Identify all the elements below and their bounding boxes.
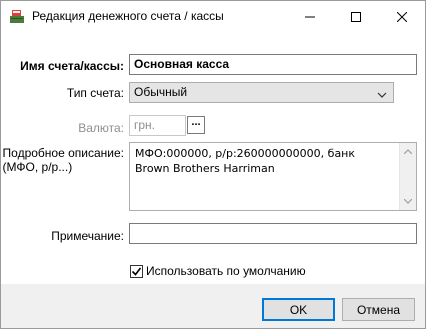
description-textarea[interactable]: МФО:000000, р/р:260000000000, банк Brown… bbox=[129, 142, 417, 211]
account-name-input[interactable]: Основная касса bbox=[129, 54, 417, 75]
chevron-down-icon bbox=[377, 88, 387, 102]
scroll-up-button[interactable] bbox=[400, 143, 416, 160]
description-scrollbar[interactable] bbox=[399, 143, 416, 210]
note-label: Примечание: bbox=[51, 229, 124, 243]
currency-browse-button[interactable]: ... bbox=[187, 116, 205, 134]
scroll-down-icon bbox=[404, 199, 412, 204]
form-area: Имя счета/кассы: Основная касса Тип счет… bbox=[1, 32, 425, 284]
scroll-down-button[interactable] bbox=[400, 193, 416, 210]
default-checkbox-row[interactable]: Использовать по умолчанию bbox=[130, 264, 306, 278]
close-button[interactable] bbox=[379, 1, 425, 32]
description-label-line1: Подробное описание: bbox=[2, 146, 124, 160]
account-type-value: Обычный bbox=[134, 85, 188, 99]
maximize-icon bbox=[351, 11, 361, 22]
cancel-button[interactable]: Отмена bbox=[342, 298, 415, 321]
close-icon bbox=[397, 11, 407, 22]
description-text: МФО:000000, р/р:260000000000, банк Brown… bbox=[135, 147, 356, 175]
scroll-up-icon bbox=[404, 149, 412, 154]
dialog-window: Редакция денежного счета / кассы Имя сче… bbox=[0, 0, 426, 329]
default-checkbox[interactable] bbox=[130, 264, 143, 278]
currency-label: Валюта: bbox=[78, 121, 124, 135]
default-checkbox-label[interactable]: Использовать по умолчанию bbox=[146, 264, 306, 278]
checkmark-icon bbox=[131, 267, 142, 276]
account-type-label: Тип счета: bbox=[66, 86, 124, 100]
description-label-line2: (МФО, р/р...) bbox=[2, 160, 73, 174]
account-type-select[interactable]: Обычный bbox=[129, 82, 394, 103]
ok-button[interactable]: OK bbox=[262, 298, 335, 321]
account-name-label: Имя счета/кассы: bbox=[20, 59, 124, 73]
cash-register-icon bbox=[9, 8, 25, 24]
description-label: Подробное описание: (МФО, р/р...) bbox=[3, 146, 124, 174]
minimize-icon bbox=[305, 16, 315, 17]
window-title: Редакция денежного счета / кассы bbox=[32, 9, 224, 23]
currency-input: грн. bbox=[129, 115, 186, 136]
maximize-button[interactable] bbox=[333, 1, 379, 32]
title-bar[interactable]: Редакция денежного счета / кассы bbox=[1, 1, 425, 32]
button-bar: OK Отмена bbox=[1, 284, 425, 328]
note-input[interactable] bbox=[129, 223, 417, 244]
minimize-button[interactable] bbox=[287, 1, 333, 32]
